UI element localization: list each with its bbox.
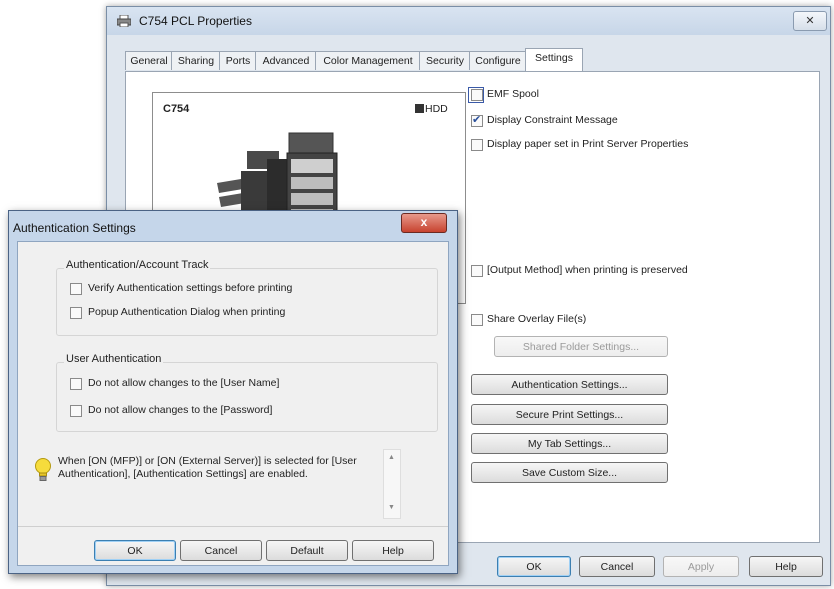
cancel-button[interactable]: Cancel <box>579 556 655 577</box>
dialog-help-button[interactable]: Help <box>352 540 434 561</box>
display-paper-set-label: Display paper set in Print Server Proper… <box>487 138 689 150</box>
divider <box>18 526 448 527</box>
dialog-body: Authentication/Account Track Verify Auth… <box>17 241 449 566</box>
tab-advanced[interactable]: Advanced <box>255 51 317 70</box>
lock-password-checkbox[interactable] <box>70 405 82 417</box>
tab-color-management[interactable]: Color Management <box>315 51 421 70</box>
shared-folder-settings-button[interactable]: Shared Folder Settings... <box>494 336 668 357</box>
lock-username-checkbox[interactable] <box>70 378 82 390</box>
lock-username-label: Do not allow changes to the [User Name] <box>88 377 280 389</box>
popup-auth-checkbox[interactable] <box>70 307 82 319</box>
authentication-settings-button[interactable]: Authentication Settings... <box>471 374 668 395</box>
apply-button[interactable]: Apply <box>663 556 739 577</box>
output-method-checkbox[interactable] <box>471 265 483 277</box>
verify-auth-checkbox[interactable] <box>70 283 82 295</box>
info-message-area: When [ON (MFP)] or [ON (External Server)… <box>28 447 406 522</box>
scroll-up-icon[interactable]: ▲ <box>388 454 395 461</box>
popup-auth-label: Popup Authentication Dialog when printin… <box>88 306 286 318</box>
group-title: Authentication/Account Track <box>64 259 211 271</box>
share-overlay-checkbox[interactable] <box>471 314 483 326</box>
share-overlay-label: Share Overlay File(s) <box>487 313 587 325</box>
lightbulb-icon <box>35 458 51 481</box>
printer-model-label: C754 <box>163 103 190 115</box>
my-tab-settings-button[interactable]: My Tab Settings... <box>471 433 668 454</box>
help-button[interactable]: Help <box>749 556 823 577</box>
window-title: C754 PCL Properties <box>139 14 252 28</box>
display-constraint-checkbox[interactable] <box>471 113 483 127</box>
lock-password-label: Do not allow changes to the [Password] <box>88 404 273 416</box>
authentication-settings-dialog: Authentication Settings x Authentication… <box>8 210 458 574</box>
display-paper-set-checkbox[interactable] <box>471 139 483 151</box>
emf-spool-label: EMF Spool <box>487 88 539 100</box>
auth-account-track-group <box>56 268 438 336</box>
dialog-cancel-button[interactable]: Cancel <box>180 540 262 561</box>
tab-settings[interactable]: Settings <box>525 48 583 71</box>
close-icon: x <box>420 215 428 229</box>
hdd-icon <box>415 104 424 113</box>
output-method-label: [Output Method] when printing is preserv… <box>487 264 688 276</box>
close-button[interactable]: ✕ <box>793 11 827 31</box>
user-authentication-group <box>56 362 438 432</box>
message-scrollbar[interactable]: ▲ ▼ <box>383 449 401 519</box>
title-bar: C754 PCL Properties ✕ <box>107 7 830 35</box>
printer-icon <box>117 15 131 27</box>
ok-button[interactable]: OK <box>497 556 571 577</box>
verify-auth-label: Verify Authentication settings before pr… <box>88 282 293 294</box>
dialog-title: Authentication Settings <box>13 221 136 235</box>
close-icon: ✕ <box>805 15 815 27</box>
save-custom-size-button[interactable]: Save Custom Size... <box>471 462 668 483</box>
dialog-default-button[interactable]: Default <box>266 540 348 561</box>
tab-sharing[interactable]: Sharing <box>171 51 221 70</box>
dialog-close-button[interactable]: x <box>401 213 447 233</box>
scroll-down-icon[interactable]: ▼ <box>388 504 395 511</box>
info-message: When [ON (MFP)] or [ON (External Server)… <box>58 455 357 480</box>
dialog-ok-button[interactable]: OK <box>94 540 176 561</box>
secure-print-settings-button[interactable]: Secure Print Settings... <box>471 404 668 425</box>
hdd-badge: HDD <box>415 103 448 115</box>
tab-security[interactable]: Security <box>419 51 471 70</box>
group-title: User Authentication <box>64 353 164 365</box>
emf-spool-checkbox[interactable] <box>471 89 483 101</box>
tab-ports[interactable]: Ports <box>219 51 257 70</box>
display-constraint-label: Display Constraint Message <box>487 114 618 126</box>
tab-general[interactable]: General <box>125 51 173 70</box>
tab-configure[interactable]: Configure <box>469 51 527 70</box>
